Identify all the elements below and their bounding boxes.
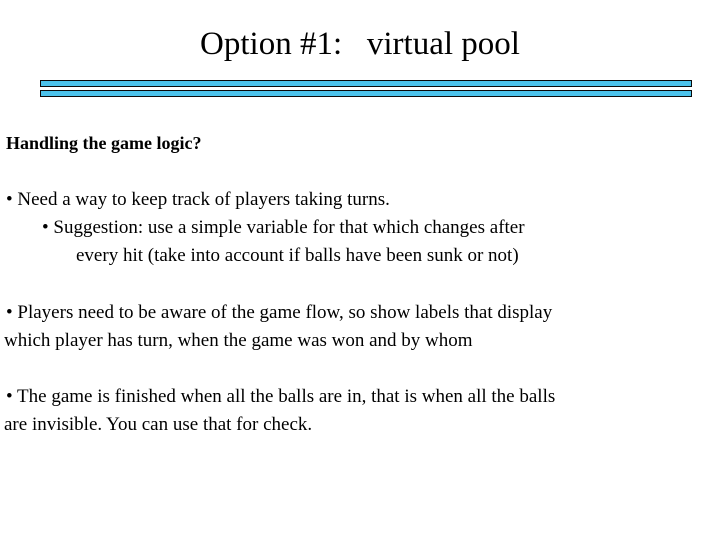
divider-bar-top (40, 80, 692, 87)
page-title: Option #1: virtual pool (200, 26, 520, 62)
bullet-group-3: • The game is finished when all the ball… (0, 383, 720, 439)
bullet-group-2: • Players need to be aware of the game f… (0, 299, 720, 355)
title-divider (40, 80, 692, 97)
slide-body: Handling the game logic? • Need a way to… (0, 130, 720, 439)
bullet-line: • The game is finished when all the ball… (6, 386, 556, 407)
bullet-line: • Suggestion: use a simple variable for … (42, 217, 525, 238)
divider-bar-bottom (40, 90, 692, 97)
bullet-line: are invisible. You can use that for chec… (4, 414, 313, 435)
bullet-line: • Players need to be aware of the game f… (6, 302, 553, 323)
bullet-group-1: • Need a way to keep track of players ta… (0, 186, 720, 270)
slide-canvas: Option #1: virtual pool Handling the gam… (0, 0, 720, 540)
bullet-line: • Need a way to keep track of players ta… (6, 189, 390, 210)
section-heading: Handling the game logic? (6, 133, 202, 153)
bullet-line: every hit (take into account if balls ha… (76, 245, 519, 266)
bullet-line: which player has turn, when the game was… (4, 330, 473, 351)
